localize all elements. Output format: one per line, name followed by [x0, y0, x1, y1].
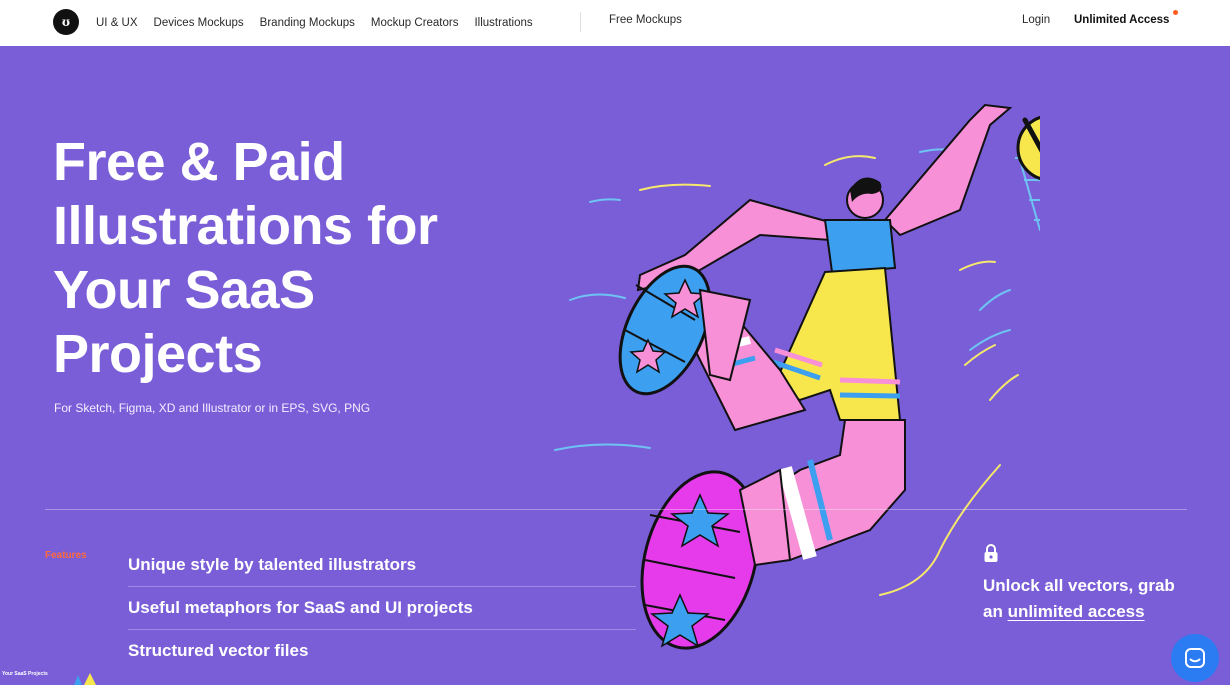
top-navigation: ʊ UI & UX Devices Mockups Branding Mocku…	[0, 0, 1230, 46]
feature-item: Useful metaphors for SaaS and UI project…	[128, 598, 636, 630]
logo-glyph: ʊ	[61, 15, 71, 29]
logo-icon[interactable]: ʊ	[53, 9, 79, 35]
unlimited-access-link[interactable]: Unlimited Access	[1074, 14, 1169, 26]
thumbnail-text: Your SaaS Projects	[2, 671, 48, 677]
nav-link-branding-mockups[interactable]: Branding Mockups	[260, 17, 355, 29]
notification-dot	[1173, 10, 1178, 15]
nav-link-illustrations[interactable]: Illustrations	[474, 17, 532, 29]
chat-icon	[1185, 648, 1205, 668]
unlock-cta: Unlock all vectors, grab an unlimited ac…	[983, 573, 1183, 625]
section-divider	[45, 509, 1187, 510]
nav-link-ui-ux[interactable]: UI & UX	[96, 17, 138, 29]
feature-item: Unique style by talented illustrators	[128, 555, 636, 587]
nav-link-mockup-creators[interactable]: Mockup Creators	[371, 17, 459, 29]
hero-title: Free & Paid Illustrations for Your SaaS …	[53, 132, 438, 384]
lock-icon	[984, 544, 998, 562]
hero-subtitle: For Sketch, Figma, XD and Illustrator or…	[54, 401, 371, 415]
features-tag: Features	[45, 550, 87, 561]
feature-item: Structured vector files	[128, 641, 309, 660]
login-link[interactable]: Login	[1022, 14, 1050, 26]
unlimited-access-link[interactable]: unlimited access	[1008, 602, 1145, 621]
nav-divider	[580, 12, 581, 32]
thumbnail-illustration-icon	[74, 673, 96, 685]
nav-link-devices-mockups[interactable]: Devices Mockups	[154, 17, 244, 29]
chat-button[interactable]	[1171, 634, 1219, 682]
nav-links: UI & UX Devices Mockups Branding Mockups…	[96, 0, 533, 46]
nav-link-free-mockups[interactable]: Free Mockups	[609, 14, 682, 26]
